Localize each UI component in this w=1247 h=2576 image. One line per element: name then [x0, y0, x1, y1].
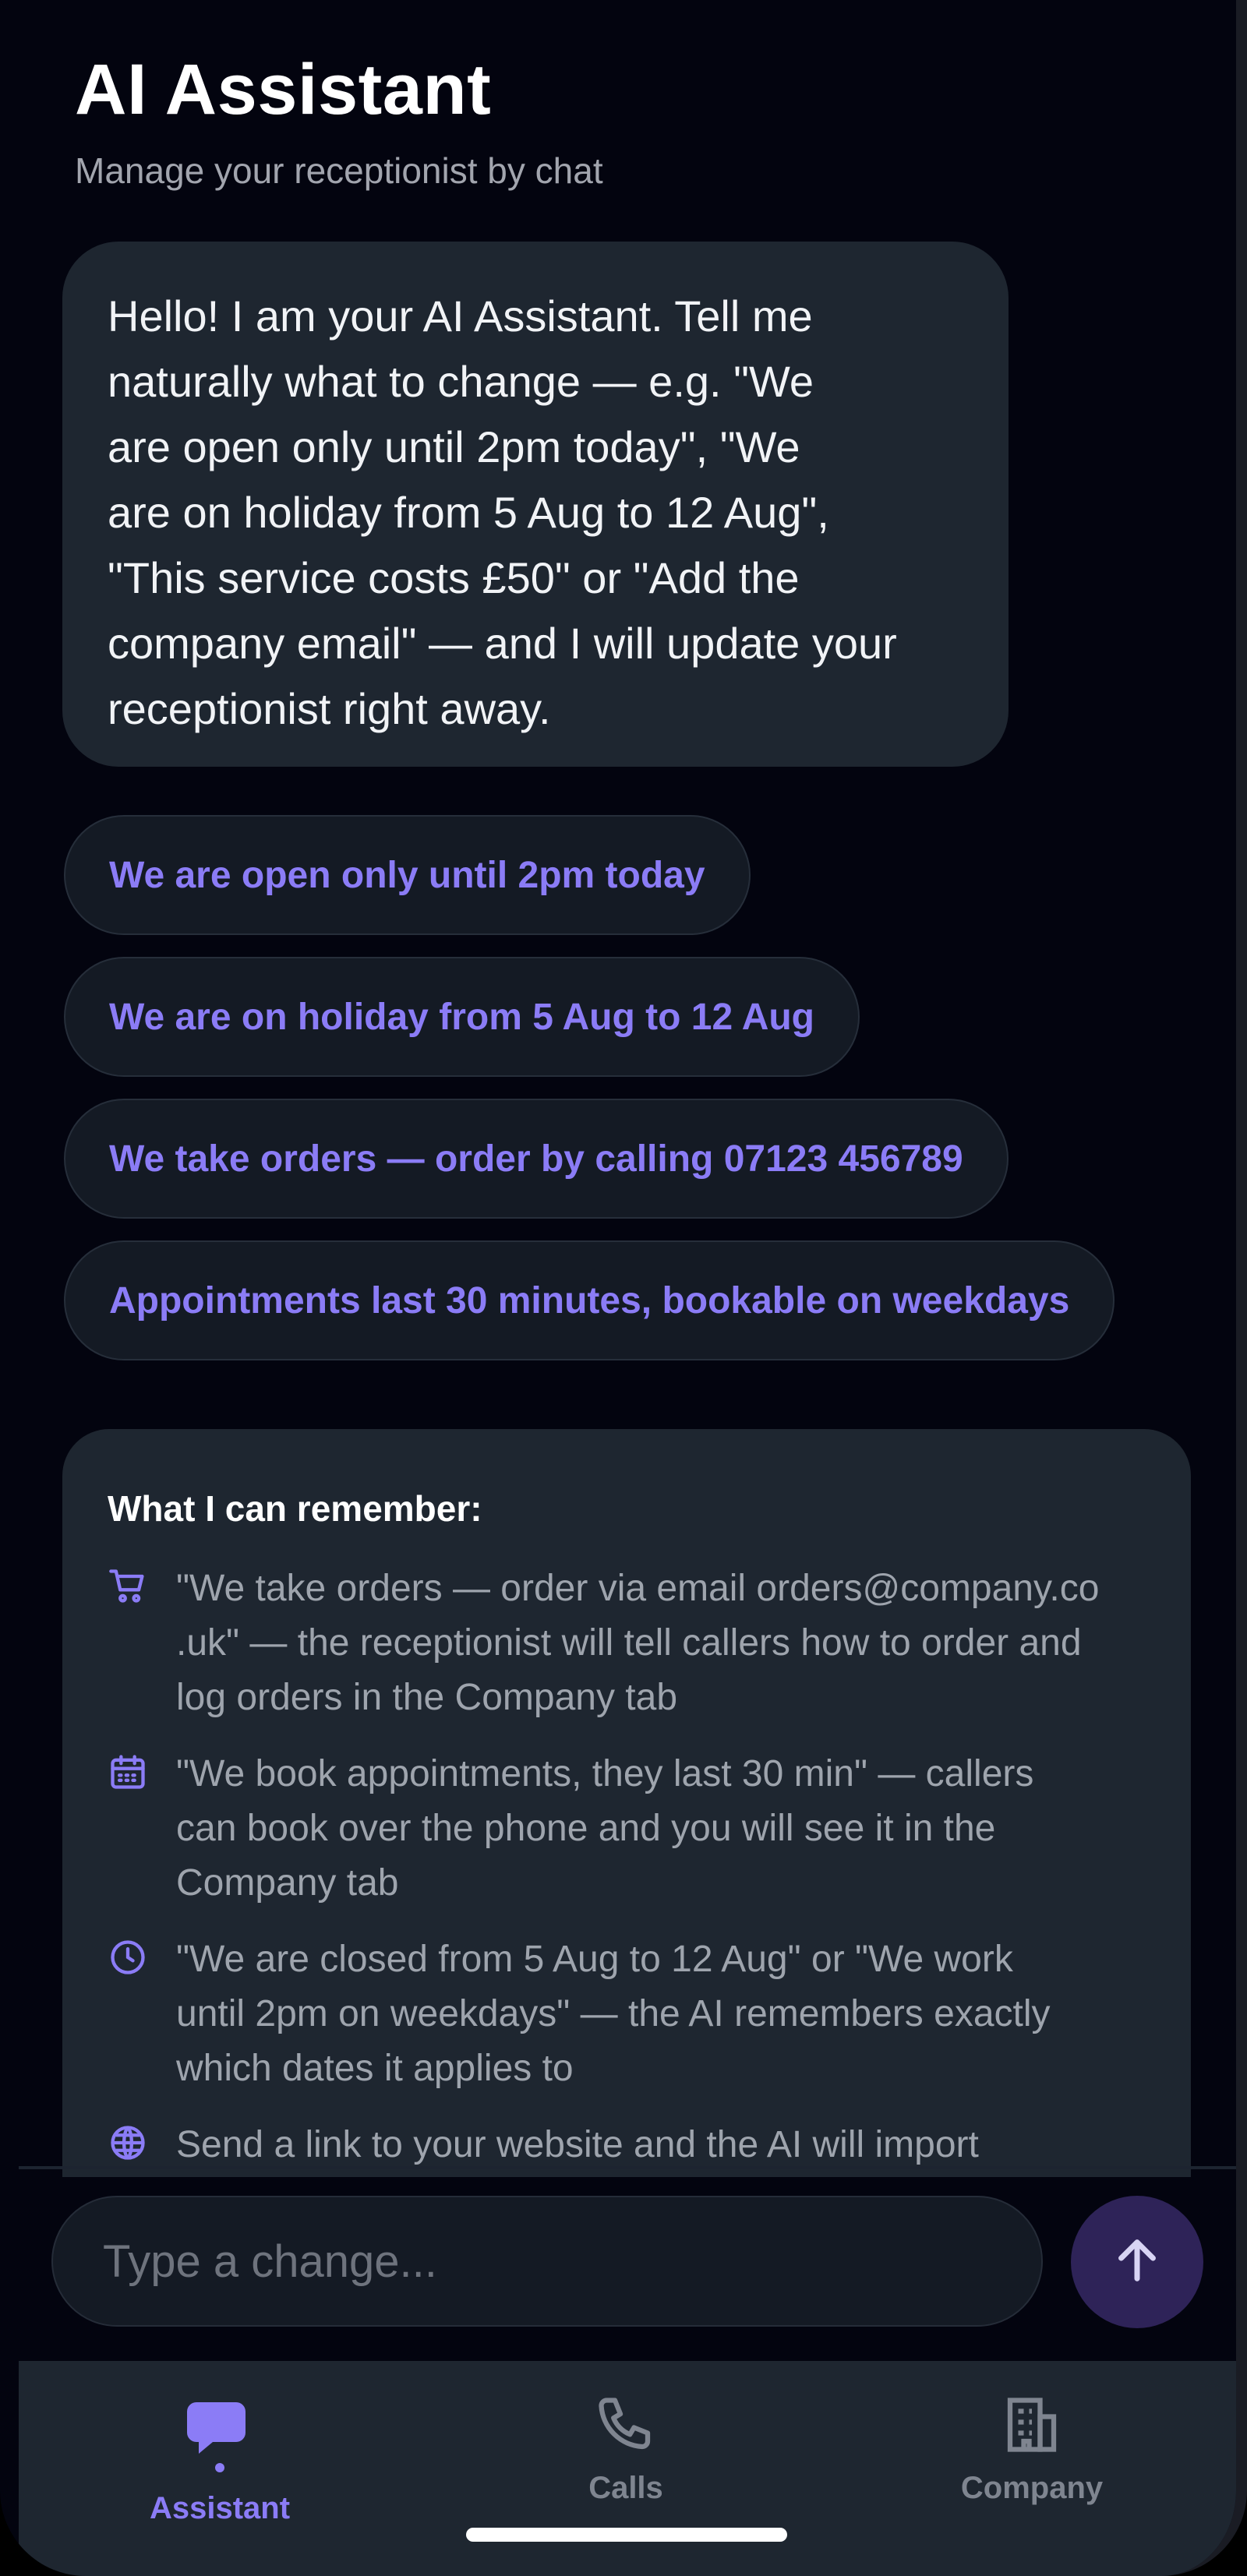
tab-company[interactable]: Company: [876, 2392, 1188, 2506]
page-title: AI Assistant: [75, 50, 492, 129]
page-subtitle: Manage your receptionist by chat: [75, 150, 603, 191]
capability-item: "We book appointments, they last 30 min"…: [108, 1747, 1147, 1911]
composer-divider: [19, 2166, 1236, 2169]
capabilities-title: What I can remember:: [108, 1488, 482, 1529]
cart-icon: [108, 1561, 176, 1611]
message-input[interactable]: Type a change...: [51, 2196, 1043, 2327]
suggestion-label: Appointments last 30 minutes, bookable o…: [109, 1279, 1070, 1322]
phone-icon: [593, 2392, 659, 2461]
capability-item: Send a link to your website and the AI w…: [108, 2118, 1147, 2172]
message-line: are open only until 2pm today", "We: [108, 422, 800, 471]
calendar-icon: [108, 1747, 176, 1796]
capability-line: log orders in the Company tab: [176, 1677, 678, 1718]
tab-calls[interactable]: Calls: [470, 2392, 782, 2506]
capability-item: "We are closed from 5 Aug to 12 Aug" or …: [108, 1932, 1147, 2096]
suggestion-chip[interactable]: We are open only until 2pm today: [64, 815, 751, 935]
home-indicator: [466, 2528, 787, 2542]
suggestion-label: We take orders — order by calling 07123 …: [109, 1138, 963, 1180]
message-line: naturally what to change — e.g. "We: [108, 357, 814, 406]
capability-line: which dates it applies to: [176, 2048, 574, 2089]
tab-assistant[interactable]: Assistant: [64, 2392, 376, 2526]
message-line: "This service costs £50" or "Add the: [108, 553, 800, 602]
capability-line: Company tab: [176, 1862, 399, 1904]
message-line: are on holiday from 5 Aug to 12 Aug",: [108, 488, 829, 537]
message-line: Hello! I am your AI Assistant. Tell me: [108, 291, 813, 341]
header: AI Assistant Manage your receptionist by…: [75, 47, 603, 192]
suggestion-label: We are on holiday from 5 Aug to 12 Aug: [109, 996, 814, 1038]
app-screen: AI Assistant Manage your receptionist by…: [0, 0, 1247, 2576]
capability-item: "We take orders — order via email orders…: [108, 1561, 1147, 1725]
chat-bubbles-icon: [185, 2392, 255, 2482]
tab-label: Calls: [588, 2471, 663, 2505]
suggestion-label: We are open only until 2pm today: [109, 854, 705, 896]
tab-label: Assistant: [149, 2491, 291, 2525]
arrow-up-icon: [1110, 2233, 1164, 2292]
send-button[interactable]: [1071, 2196, 1203, 2328]
capability-line: can book over the phone and you will see…: [176, 1808, 996, 1849]
suggestion-chip[interactable]: Appointments last 30 minutes, bookable o…: [64, 1240, 1115, 1360]
capability-line: "We are closed from 5 Aug to 12 Aug" or …: [176, 1939, 1013, 1980]
capability-line: "We take orders — order via email orders…: [176, 1568, 1100, 1609]
message-input-placeholder: Type a change...: [103, 2235, 437, 2287]
capability-line: .uk" — the receptionist will tell caller…: [176, 1622, 1082, 1664]
tab-label: Company: [960, 2471, 1104, 2505]
capabilities-card: What I can remember: "We take orders — o…: [62, 1429, 1191, 2177]
globe-icon: [108, 2118, 176, 2167]
message-line: receptionist right away.: [108, 684, 551, 733]
message-line: company email" — and I will update your: [108, 619, 897, 668]
capability-line: until 2pm on weekdays" — the AI remember…: [176, 1993, 1051, 2034]
suggestion-chip[interactable]: We take orders — order by calling 07123 …: [64, 1099, 1009, 1219]
building-icon: [999, 2392, 1065, 2461]
assistant-message-bubble: Hello! I am your AI Assistant. Tell me n…: [62, 242, 1009, 767]
suggestion-chip[interactable]: We are on holiday from 5 Aug to 12 Aug: [64, 957, 860, 1077]
capability-line: "We book appointments, they last 30 min"…: [176, 1753, 1034, 1794]
capability-line: Send a link to your website and the AI w…: [176, 2124, 979, 2165]
bottom-tab-bar: Assistant Calls Company: [19, 2361, 1236, 2576]
clock-icon: [108, 1932, 176, 1981]
